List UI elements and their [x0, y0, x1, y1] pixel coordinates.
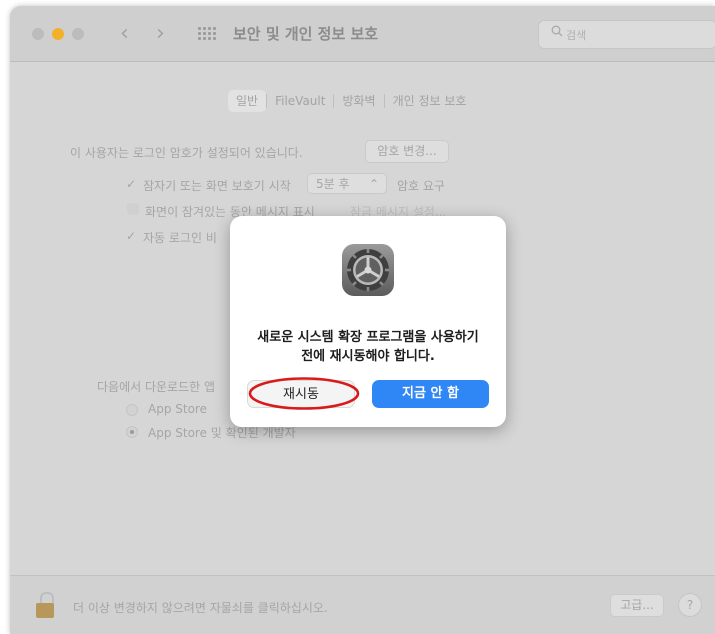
tab-privacy[interactable]: 개인 정보 보호 — [385, 90, 475, 112]
tab-general[interactable]: 일반 — [228, 90, 267, 112]
disable-auto-login-checkbox[interactable]: ✓ — [126, 229, 136, 243]
restart-button[interactable]: 재시동 — [247, 380, 355, 408]
forward-chevron-icon[interactable]: › — [156, 19, 165, 49]
minimize-window-button[interactable] — [52, 28, 64, 40]
back-chevron-icon[interactable]: ‹ — [120, 19, 129, 49]
search-icon — [551, 25, 563, 41]
close-window-button[interactable] — [32, 28, 44, 40]
zoom-window-button[interactable] — [72, 28, 84, 40]
require-password-label: 잠자기 또는 화면 보호기 시작 — [143, 179, 291, 193]
tab-firewall[interactable]: 방화벽 — [334, 90, 383, 112]
stepper-icon: ⌃ — [368, 177, 379, 191]
require-password-suffix: 암호 요구 — [397, 179, 445, 193]
password-delay-value: 5분 후 — [316, 177, 350, 191]
window-title: 보안 및 개인 정보 보호 — [233, 25, 379, 43]
advanced-button[interactable]: 고급... — [610, 594, 664, 617]
change-password-button[interactable]: 암호 변경... — [365, 140, 449, 163]
dialog-message-line1: 새로운 시스템 확장 프로그램을 사용하기 — [257, 330, 479, 345]
not-now-button[interactable]: 지금 안 함 — [372, 380, 489, 408]
help-button[interactable]: ? — [678, 593, 702, 617]
dialog-message: 새로운 시스템 확장 프로그램을 사용하기 전에 재시동해야 합니다. — [248, 328, 488, 366]
app-store-label: App Store — [148, 402, 207, 416]
title-bar: ‹ › 보안 및 개인 정보 보호 검색 — [10, 6, 715, 62]
restart-alert-dialog: 새로운 시스템 확장 프로그램을 사용하기 전에 재시동해야 합니다. 재시동 … — [230, 216, 506, 427]
dialog-message-line2: 전에 재시동해야 합니다. — [301, 349, 435, 364]
password-notice: 이 사용자는 로그인 암호가 설정되어 있습니다. — [70, 146, 303, 160]
tab-bar: 일반 FileVault 방화벽 개인 정보 보호 — [228, 90, 474, 112]
allow-apps-heading: 다음에서 다운로드한 앱 — [97, 380, 216, 394]
search-placeholder: 검색 — [566, 29, 587, 42]
tab-filevault[interactable]: FileVault — [267, 90, 333, 112]
search-field[interactable]: 검색 — [538, 20, 715, 49]
bottom-bar: 더 이상 변경하지 않으려면 자물쇠를 클릭하십시오. 고급... ? — [10, 575, 715, 634]
lock-icon[interactable] — [36, 592, 58, 618]
lock-hint: 더 이상 변경하지 않으려면 자물쇠를 클릭하십시오. — [73, 601, 328, 615]
show-all-grid-icon[interactable] — [198, 27, 216, 40]
show-message-checkbox[interactable] — [127, 203, 139, 215]
password-delay-select[interactable]: 5분 후 ⌃ — [307, 173, 387, 194]
app-store-identified-radio[interactable] — [126, 426, 138, 438]
disable-auto-login-label: 자동 로그인 비 — [143, 231, 217, 245]
app-store-radio[interactable] — [126, 404, 138, 416]
require-password-checkbox[interactable]: ✓ — [126, 177, 136, 191]
system-preferences-gear-icon — [342, 244, 394, 296]
